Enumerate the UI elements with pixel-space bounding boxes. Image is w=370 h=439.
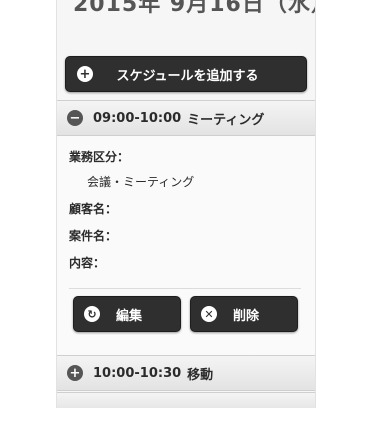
schedule-time: 10:00-10:30 [93, 365, 182, 381]
delete-label: 削除 [232, 308, 259, 324]
delete-button[interactable]: ✕ 削除 [190, 296, 298, 332]
schedule-item-header-meeting[interactable]: − 09:00-10:00 ミーティング [57, 100, 315, 136]
close-icon: ✕ [201, 306, 217, 322]
business-category-label: 業務区分： [69, 150, 130, 164]
divider [69, 288, 301, 289]
plus-icon: + [67, 365, 83, 381]
content-label: 内容： [69, 256, 106, 270]
edit-label: 編集 [115, 308, 142, 324]
add-schedule-label: スケジュールを追加する [116, 68, 259, 84]
project-label: 案件名： [69, 229, 118, 243]
add-schedule-button[interactable]: + スケジュールを追加する [65, 56, 307, 92]
edit-button[interactable]: ↻ 編集 [73, 296, 181, 332]
plus-icon: + [77, 66, 93, 82]
schedule-detail: 業務区分： 会議・ミーティング 顧客名： 案件名： 内容： ↻ 編集 ✕ 削除 [57, 136, 315, 355]
schedule-item-header-travel[interactable]: + 10:00-10:30 移動 [57, 355, 315, 391]
business-category-value: 会議・ミーティング [87, 175, 195, 189]
schedule-panel: 2015年 9月16日（水） + スケジュールを追加する − 09:00-10:… [56, 0, 316, 408]
customer-label: 顧客名： [69, 202, 118, 216]
schedule-title: 移動 [187, 367, 214, 383]
schedule-time: 09:00-10:00 [93, 110, 182, 126]
edit-icon: ↻ [84, 306, 100, 322]
date-header: 2015年 9月16日（水） [73, 0, 316, 17]
next-schedule-item-edge[interactable] [57, 392, 315, 408]
schedule-title: ミーティング [187, 112, 265, 128]
minus-icon: − [67, 110, 83, 126]
